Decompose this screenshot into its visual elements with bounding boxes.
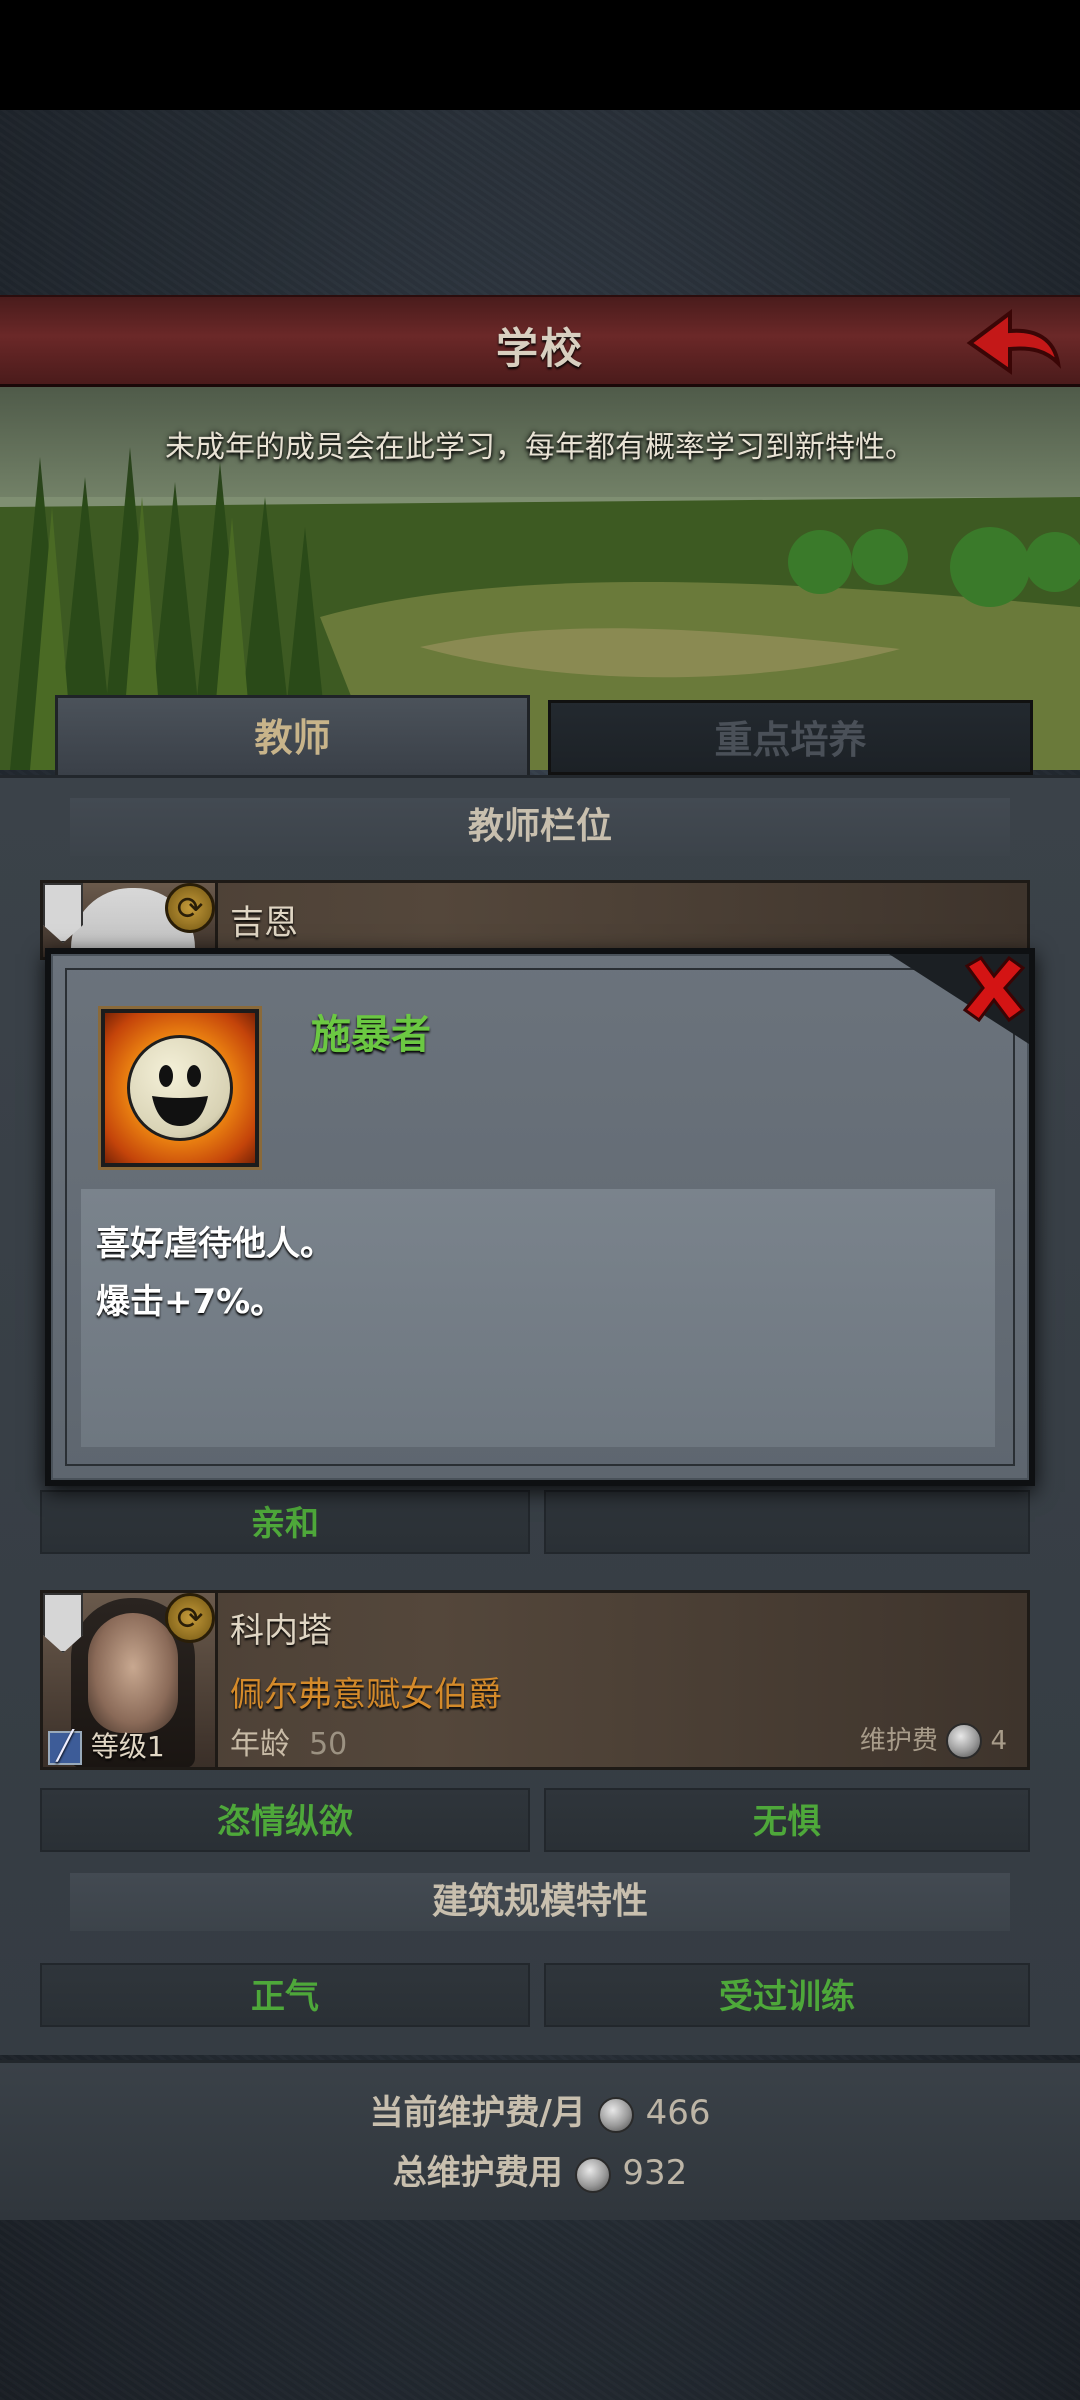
building-trait-slot[interactable]: 正气 (40, 1963, 530, 2027)
building-description: 未成年的成员会在此学习，每年都有概率学习到新特性。 (165, 430, 915, 465)
header-bar: 学校 (0, 295, 1080, 387)
upkeep-label: 维护费 (859, 1725, 938, 1756)
level-label: 等级 (90, 1730, 147, 1763)
trait-slot[interactable]: 恣情纵欲 (40, 1788, 530, 1852)
page-title: 学校 (495, 324, 584, 373)
trait-slot[interactable]: 无惧 (544, 1788, 1030, 1852)
tab-teacher[interactable]: 教师 (55, 695, 530, 775)
trait-description-line1: 喜好虐待他人。 (96, 1224, 334, 1264)
teacher-upkeep: 维护费 4 (859, 1720, 1007, 1759)
trait-slot-empty[interactable] (544, 1490, 1030, 1554)
total-upkeep: 总维护费用 932 (0, 2145, 1080, 2194)
age-label: 年龄 (230, 1727, 290, 1762)
sword-icon (48, 1729, 82, 1765)
trait-detail-modal: 施暴者 喜好虐待他人。 爆击+7%。 (45, 948, 1035, 1486)
teacher-age: 年龄 50 (230, 1719, 347, 1763)
total-upkeep-label: 总维护费用 (392, 2153, 563, 2193)
age-value: 50 (309, 1727, 348, 1762)
teacher-name: 吉恩 (230, 903, 298, 943)
silver-coin-icon (946, 1723, 983, 1759)
monthly-upkeep: 当前维护费/月 466 (0, 2085, 1080, 2134)
swap-teacher-icon[interactable] (165, 1593, 215, 1643)
trait-sadist-icon (101, 1009, 259, 1167)
teacher-title: 佩尔弗意赋女伯爵 (230, 1675, 502, 1715)
building-trait-slot[interactable]: 受过训练 (544, 1963, 1030, 2027)
silver-coin-icon (597, 2096, 634, 2133)
teacher-slots-title: 教师栏位 (70, 798, 1010, 856)
monthly-upkeep-value: 466 (645, 2093, 711, 2133)
close-icon[interactable] (957, 952, 1031, 1026)
silver-coin-icon (574, 2156, 611, 2193)
upkeep-value: 4 (990, 1725, 1007, 1756)
teacher-card-2[interactable]: 等级1 科内塔 佩尔弗意赋女伯爵 年龄 50 维护费 4 (40, 1590, 1030, 1770)
teacher-name: 科内塔 (230, 1611, 332, 1651)
upkeep-footer: 当前维护费/月 466 总维护费用 932 (0, 2060, 1080, 2220)
trait-slot[interactable]: 亲和 (40, 1490, 530, 1554)
total-upkeep-value: 932 (622, 2153, 688, 2193)
level-indicator: 等级1 (48, 1725, 165, 1765)
building-traits-title: 建筑规模特性 (70, 1873, 1010, 1931)
tab-focus-training[interactable]: 重点培养 (548, 700, 1033, 775)
level-value: 1 (146, 1730, 165, 1763)
back-arrow-icon[interactable] (966, 307, 1062, 379)
monthly-upkeep-label: 当前维护费/月 (369, 2093, 586, 2133)
trait-name: 施暴者 (311, 1012, 431, 1058)
swap-teacher-icon[interactable] (165, 883, 215, 933)
trait-description-line2: 爆击+7%。 (96, 1282, 285, 1322)
status-bar-area (0, 0, 1080, 110)
